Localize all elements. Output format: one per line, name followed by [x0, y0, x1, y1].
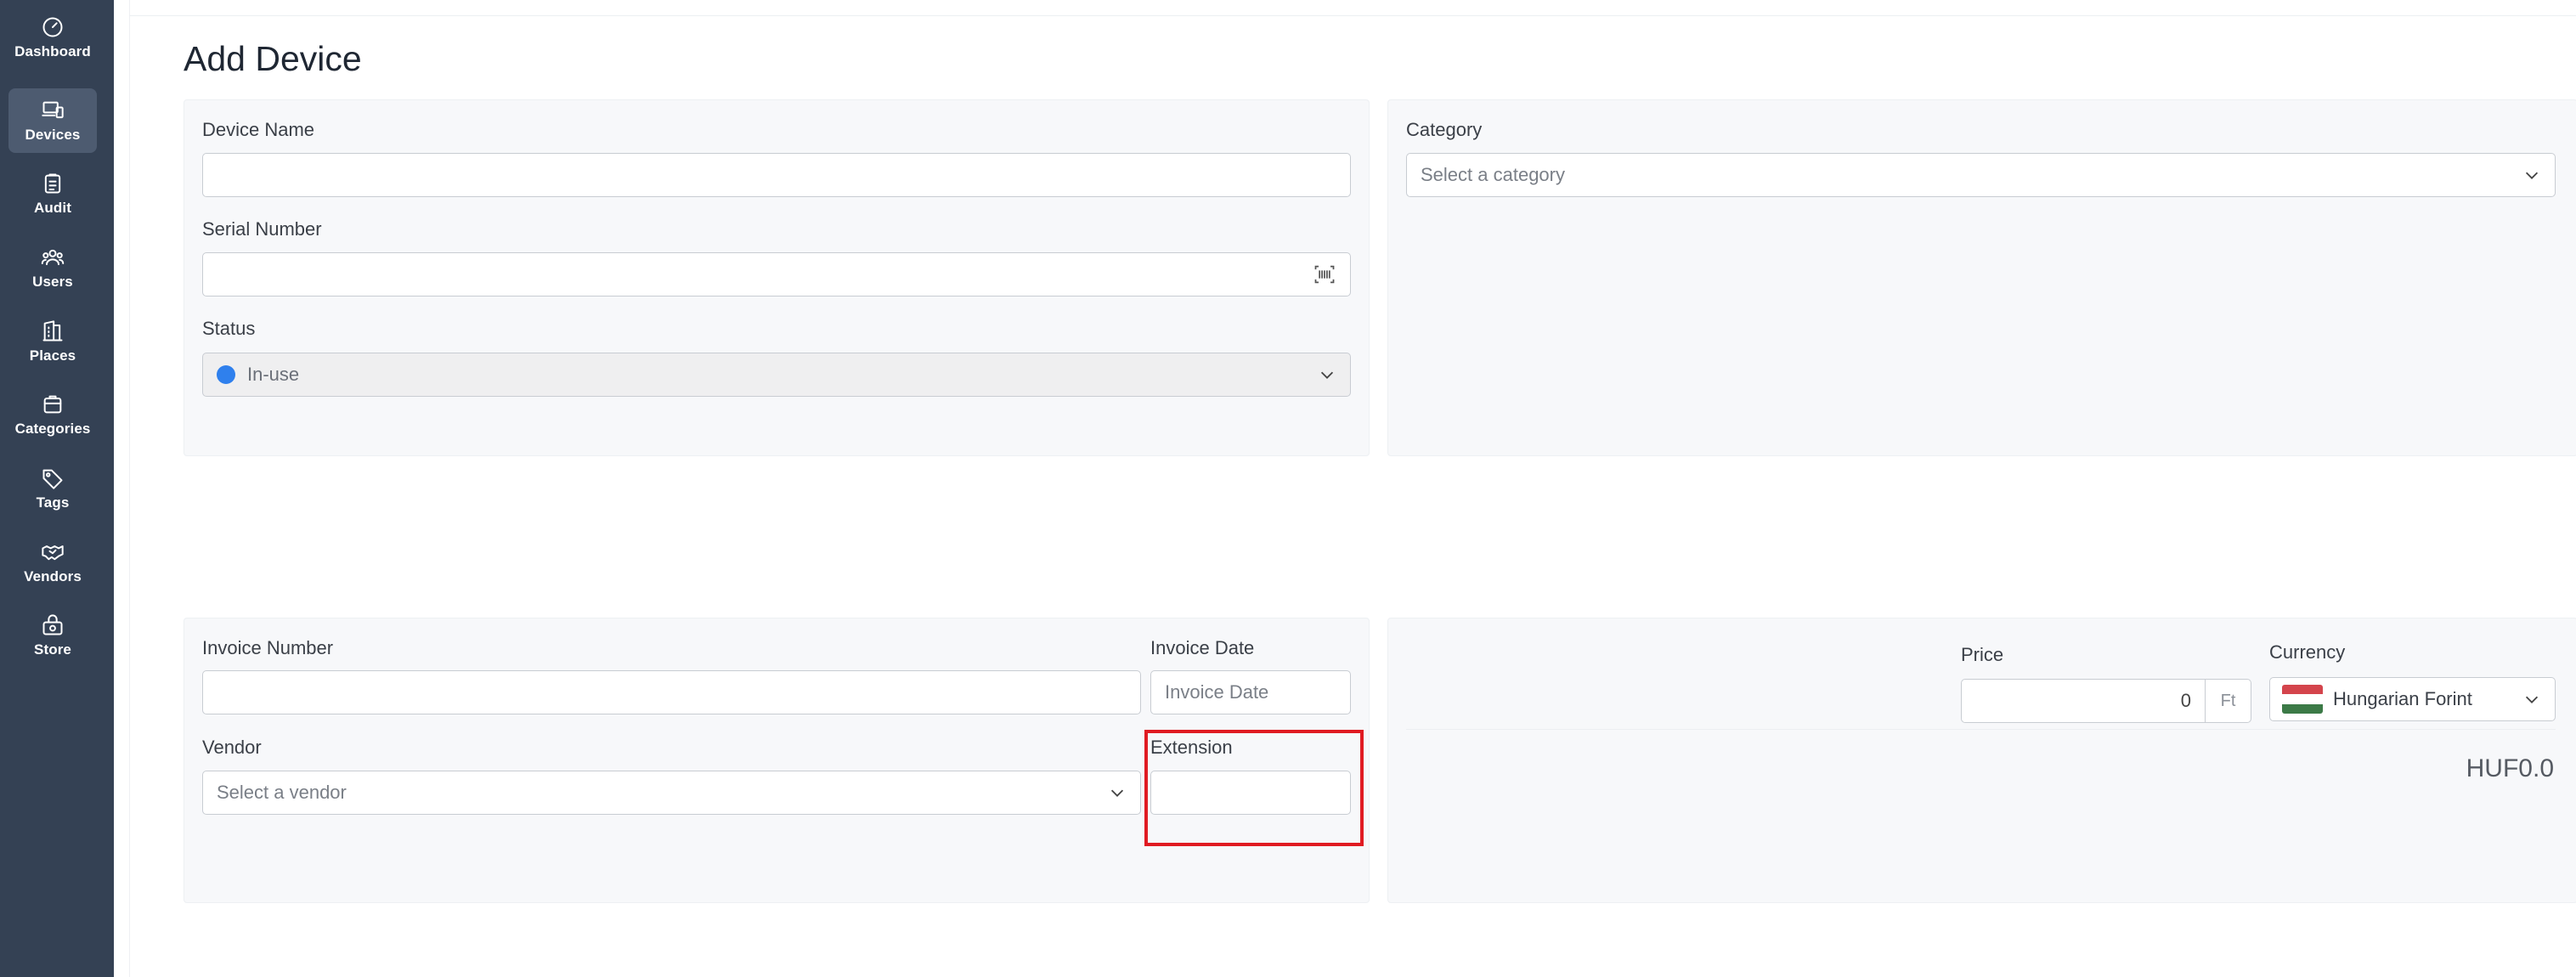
sidebar-item-users[interactable]: Users: [8, 235, 97, 300]
chevron-down-icon: [1110, 789, 1124, 797]
currency-label: Currency: [2269, 641, 2346, 663]
devices-icon: [42, 101, 64, 118]
category-placeholder: Select a category: [1421, 164, 1565, 185]
store-icon: [42, 613, 63, 635]
sidebar-item-label: Users: [32, 273, 73, 290]
category-select[interactable]: Select a category: [1406, 153, 2556, 197]
price-input[interactable]: 0: [1961, 679, 2206, 723]
sidebar-item-categories[interactable]: Categories: [8, 382, 97, 447]
chevron-down-icon: [2525, 696, 2539, 703]
device-name-label: Device Name: [202, 119, 315, 140]
tag-icon: [42, 469, 63, 489]
sidebar-item-store[interactable]: Store: [8, 603, 97, 668]
invoice-date-input[interactable]: Invoice Date: [1150, 670, 1351, 714]
sidebar-item-label: Vendors: [24, 568, 82, 585]
vendor-label: Vendor: [202, 737, 262, 758]
categories-icon: [43, 395, 62, 413]
sidebar-item-label: Dashboard: [14, 42, 91, 59]
sidebar: Dashboard Devices Audit Users Places Cat…: [0, 0, 114, 977]
places-icon: [42, 319, 63, 341]
price-divider: [1406, 729, 2556, 730]
sidebar-item-tags[interactable]: Tags: [8, 456, 97, 521]
sidebar-item-label: Places: [29, 347, 76, 364]
serial-number-input[interactable]: [202, 252, 1351, 296]
currency-select[interactable]: Hungarian Forint: [2269, 677, 2556, 721]
status-select[interactable]: In-use: [202, 353, 1351, 397]
sidebar-item-audit[interactable]: Audit: [8, 161, 97, 226]
top-divider: [129, 15, 2576, 16]
price-label: Price: [1961, 644, 2004, 665]
currency-value: Hungarian Forint: [2333, 688, 2472, 709]
dashboard-icon: [42, 17, 63, 37]
category-label: Category: [1406, 119, 1483, 140]
sidebar-item-label: Audit: [34, 199, 71, 216]
vendor-placeholder: Select a vendor: [217, 782, 347, 803]
handshake-icon: [42, 545, 64, 560]
status-indicator-icon: [217, 365, 235, 384]
status-label: Status: [202, 318, 256, 339]
device-name-input[interactable]: [202, 153, 1351, 197]
invoice-number-input[interactable]: [202, 670, 1141, 714]
serial-number-label: Serial Number: [202, 218, 322, 240]
sidebar-item-devices[interactable]: Devices: [8, 88, 97, 153]
price-currency-suffix: Ft: [2206, 679, 2251, 723]
invoice-date-label: Invoice Date: [1150, 637, 1255, 658]
sidebar-item-places[interactable]: Places: [8, 309, 97, 374]
status-value: In-use: [247, 364, 300, 385]
sidebar-item-label: Store: [34, 641, 71, 658]
invoice-number-label: Invoice Number: [202, 637, 334, 658]
main-gutter: [114, 0, 130, 977]
sidebar-item-label: Devices: [25, 126, 81, 143]
hungary-flag-icon: [2282, 685, 2323, 714]
vendor-select[interactable]: Select a vendor: [202, 771, 1141, 815]
sidebar-item-label: Categories: [14, 420, 91, 437]
barcode-scan-icon[interactable]: [1313, 263, 1336, 286]
sidebar-item-dashboard[interactable]: Dashboard: [8, 5, 97, 70]
audit-icon: [44, 173, 61, 193]
extension-highlight-box: [1144, 730, 1364, 846]
sidebar-item-label: Tags: [36, 494, 70, 511]
price-total: HUF0.0: [2466, 754, 2554, 782]
chevron-down-icon: [1320, 371, 1334, 379]
chevron-down-icon: [2525, 172, 2539, 179]
page-title: Add Device: [184, 39, 362, 78]
sidebar-item-vendors[interactable]: Vendors: [8, 530, 97, 595]
users-icon: [41, 249, 65, 265]
